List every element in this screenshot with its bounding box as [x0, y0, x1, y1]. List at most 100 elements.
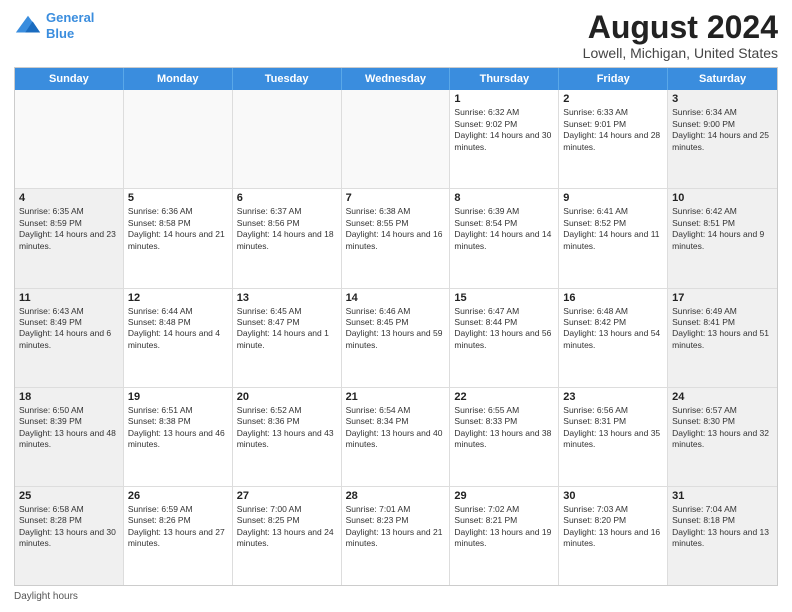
day-number: 28: [346, 490, 446, 502]
calendar-body: 1 Sunrise: 6:32 AM Sunset: 9:02 PM Daylig…: [15, 90, 777, 585]
calendar-header-row: SundayMondayTuesdayWednesdayThursdayFrid…: [15, 68, 777, 90]
title-block: August 2024 Lowell, Michigan, United Sta…: [583, 10, 778, 61]
footer-label: Daylight hours: [14, 591, 78, 602]
calendar-cell-empty: [342, 90, 451, 188]
calendar-cell-4: 4 Sunrise: 6:35 AM Sunset: 8:59 PM Daylig…: [15, 189, 124, 287]
calendar-week-5: 25 Sunrise: 6:58 AM Sunset: 8:28 PM Dayli…: [15, 487, 777, 585]
day-number: 11: [19, 292, 119, 304]
day-info: Sunrise: 6:44 AM Sunset: 8:48 PM Dayligh…: [128, 306, 228, 352]
day-number: 24: [672, 391, 773, 403]
day-header-friday: Friday: [559, 68, 668, 90]
day-header-thursday: Thursday: [450, 68, 559, 90]
logo: General Blue: [14, 10, 94, 41]
day-number: 9: [563, 192, 663, 204]
day-number: 21: [346, 391, 446, 403]
day-info: Sunrise: 6:52 AM Sunset: 8:36 PM Dayligh…: [237, 405, 337, 451]
day-number: 2: [563, 93, 663, 105]
day-info: Sunrise: 6:32 AM Sunset: 9:02 PM Dayligh…: [454, 107, 554, 153]
header: General Blue August 2024 Lowell, Michiga…: [14, 10, 778, 61]
calendar-cell-30: 30Sunrise: 7:03 AM Sunset: 8:20 PM Dayli…: [559, 487, 668, 585]
day-header-saturday: Saturday: [668, 68, 777, 90]
day-info: Sunrise: 7:02 AM Sunset: 8:21 PM Dayligh…: [454, 504, 554, 550]
calendar-cell-1: 1 Sunrise: 6:32 AM Sunset: 9:02 PM Daylig…: [450, 90, 559, 188]
calendar-cell-25: 25 Sunrise: 6:58 AM Sunset: 8:28 PM Dayli…: [15, 487, 124, 585]
day-number: 20: [237, 391, 337, 403]
footer: Daylight hours: [14, 591, 778, 602]
calendar-cell-12: 12 Sunrise: 6:44 AM Sunset: 8:48 PM Dayli…: [124, 289, 233, 387]
calendar-cell-24: 24 Sunrise: 6:57 AM Sunset: 8:30 PM Dayli…: [668, 388, 777, 486]
day-header-sunday: Sunday: [15, 68, 124, 90]
day-number: 16: [563, 292, 663, 304]
calendar-cell-20: 20 Sunrise: 6:52 AM Sunset: 8:36 PM Dayli…: [233, 388, 342, 486]
calendar-cell-18: 18 Sunrise: 6:50 AM Sunset: 8:39 PM Dayli…: [15, 388, 124, 486]
calendar-cell-31: 31 Sunrise: 7:04 AM Sunset: 8:18 PM Dayli…: [668, 487, 777, 585]
day-info: Sunrise: 6:49 AM Sunset: 8:41 PM Dayligh…: [672, 306, 773, 352]
day-number: 17: [672, 292, 773, 304]
day-number: 10: [672, 192, 773, 204]
calendar-cell-16: 16 Sunrise: 6:48 AM Sunset: 8:42 PM Dayli…: [559, 289, 668, 387]
day-number: 12: [128, 292, 228, 304]
day-number: 31: [672, 490, 773, 502]
calendar-cell-2: 2 Sunrise: 6:33 AM Sunset: 9:01 PM Daylig…: [559, 90, 668, 188]
day-info: Sunrise: 6:50 AM Sunset: 8:39 PM Dayligh…: [19, 405, 119, 451]
calendar-week-2: 4 Sunrise: 6:35 AM Sunset: 8:59 PM Daylig…: [15, 189, 777, 288]
calendar-cell-17: 17 Sunrise: 6:49 AM Sunset: 8:41 PM Dayli…: [668, 289, 777, 387]
day-number: 29: [454, 490, 554, 502]
calendar-cell-22: 22 Sunrise: 6:55 AM Sunset: 8:33 PM Dayli…: [450, 388, 559, 486]
day-number: 22: [454, 391, 554, 403]
day-info: Sunrise: 7:00 AM Sunset: 8:25 PM Dayligh…: [237, 504, 337, 550]
day-number: 13: [237, 292, 337, 304]
day-number: 23: [563, 391, 663, 403]
day-number: 25: [19, 490, 119, 502]
calendar-cell-empty: [124, 90, 233, 188]
day-info: Sunrise: 6:33 AM Sunset: 9:01 PM Dayligh…: [563, 107, 663, 153]
day-number: 3: [672, 93, 773, 105]
day-info: Sunrise: 6:35 AM Sunset: 8:59 PM Dayligh…: [19, 206, 119, 252]
day-info: Sunrise: 7:01 AM Sunset: 8:23 PM Dayligh…: [346, 504, 446, 550]
calendar-cell-27: 27 Sunrise: 7:00 AM Sunset: 8:25 PM Dayli…: [233, 487, 342, 585]
calendar-cell-9: 9Sunrise: 6:41 AM Sunset: 8:52 PM Daylig…: [559, 189, 668, 287]
day-info: Sunrise: 6:38 AM Sunset: 8:55 PM Dayligh…: [346, 206, 446, 252]
logo-icon: [14, 12, 42, 40]
day-info: Sunrise: 6:58 AM Sunset: 8:28 PM Dayligh…: [19, 504, 119, 550]
day-info: Sunrise: 6:39 AM Sunset: 8:54 PM Dayligh…: [454, 206, 554, 252]
calendar-cell-empty: [233, 90, 342, 188]
calendar-cell-8: 8 Sunrise: 6:39 AM Sunset: 8:54 PM Daylig…: [450, 189, 559, 287]
calendar-cell-10: 10 Sunrise: 6:42 AM Sunset: 8:51 PM Dayli…: [668, 189, 777, 287]
calendar-week-3: 11Sunrise: 6:43 AM Sunset: 8:49 PM Dayli…: [15, 289, 777, 388]
day-number: 1: [454, 93, 554, 105]
day-number: 18: [19, 391, 119, 403]
day-number: 14: [346, 292, 446, 304]
day-info: Sunrise: 6:42 AM Sunset: 8:51 PM Dayligh…: [672, 206, 773, 252]
calendar-subtitle: Lowell, Michigan, United States: [583, 45, 778, 61]
day-number: 6: [237, 192, 337, 204]
day-info: Sunrise: 7:04 AM Sunset: 8:18 PM Dayligh…: [672, 504, 773, 550]
day-info: Sunrise: 6:47 AM Sunset: 8:44 PM Dayligh…: [454, 306, 554, 352]
day-info: Sunrise: 6:48 AM Sunset: 8:42 PM Dayligh…: [563, 306, 663, 352]
day-info: Sunrise: 6:34 AM Sunset: 9:00 PM Dayligh…: [672, 107, 773, 153]
day-number: 8: [454, 192, 554, 204]
day-info: Sunrise: 6:55 AM Sunset: 8:33 PM Dayligh…: [454, 405, 554, 451]
calendar-cell-21: 21 Sunrise: 6:54 AM Sunset: 8:34 PM Dayli…: [342, 388, 451, 486]
calendar-cell-14: 14 Sunrise: 6:46 AM Sunset: 8:45 PM Dayli…: [342, 289, 451, 387]
page: General Blue August 2024 Lowell, Michiga…: [0, 0, 792, 612]
calendar-cell-5: 5 Sunrise: 6:36 AM Sunset: 8:58 PM Daylig…: [124, 189, 233, 287]
calendar-cell-empty: [15, 90, 124, 188]
day-info: Sunrise: 6:57 AM Sunset: 8:30 PM Dayligh…: [672, 405, 773, 451]
day-info: Sunrise: 6:46 AM Sunset: 8:45 PM Dayligh…: [346, 306, 446, 352]
day-info: Sunrise: 6:36 AM Sunset: 8:58 PM Dayligh…: [128, 206, 228, 252]
day-number: 27: [237, 490, 337, 502]
calendar-cell-6: 6 Sunrise: 6:37 AM Sunset: 8:56 PM Daylig…: [233, 189, 342, 287]
day-info: Sunrise: 6:37 AM Sunset: 8:56 PM Dayligh…: [237, 206, 337, 252]
day-info: Sunrise: 6:56 AM Sunset: 8:31 PM Dayligh…: [563, 405, 663, 451]
calendar-title: August 2024: [583, 10, 778, 45]
calendar: SundayMondayTuesdayWednesdayThursdayFrid…: [14, 67, 778, 586]
day-number: 4: [19, 192, 119, 204]
day-info: Sunrise: 6:59 AM Sunset: 8:26 PM Dayligh…: [128, 504, 228, 550]
day-info: Sunrise: 7:03 AM Sunset: 8:20 PM Dayligh…: [563, 504, 663, 550]
day-number: 5: [128, 192, 228, 204]
calendar-cell-23: 23 Sunrise: 6:56 AM Sunset: 8:31 PM Dayli…: [559, 388, 668, 486]
day-info: Sunrise: 6:54 AM Sunset: 8:34 PM Dayligh…: [346, 405, 446, 451]
calendar-cell-19: 19Sunrise: 6:51 AM Sunset: 8:38 PM Dayli…: [124, 388, 233, 486]
day-number: 19: [128, 391, 228, 403]
